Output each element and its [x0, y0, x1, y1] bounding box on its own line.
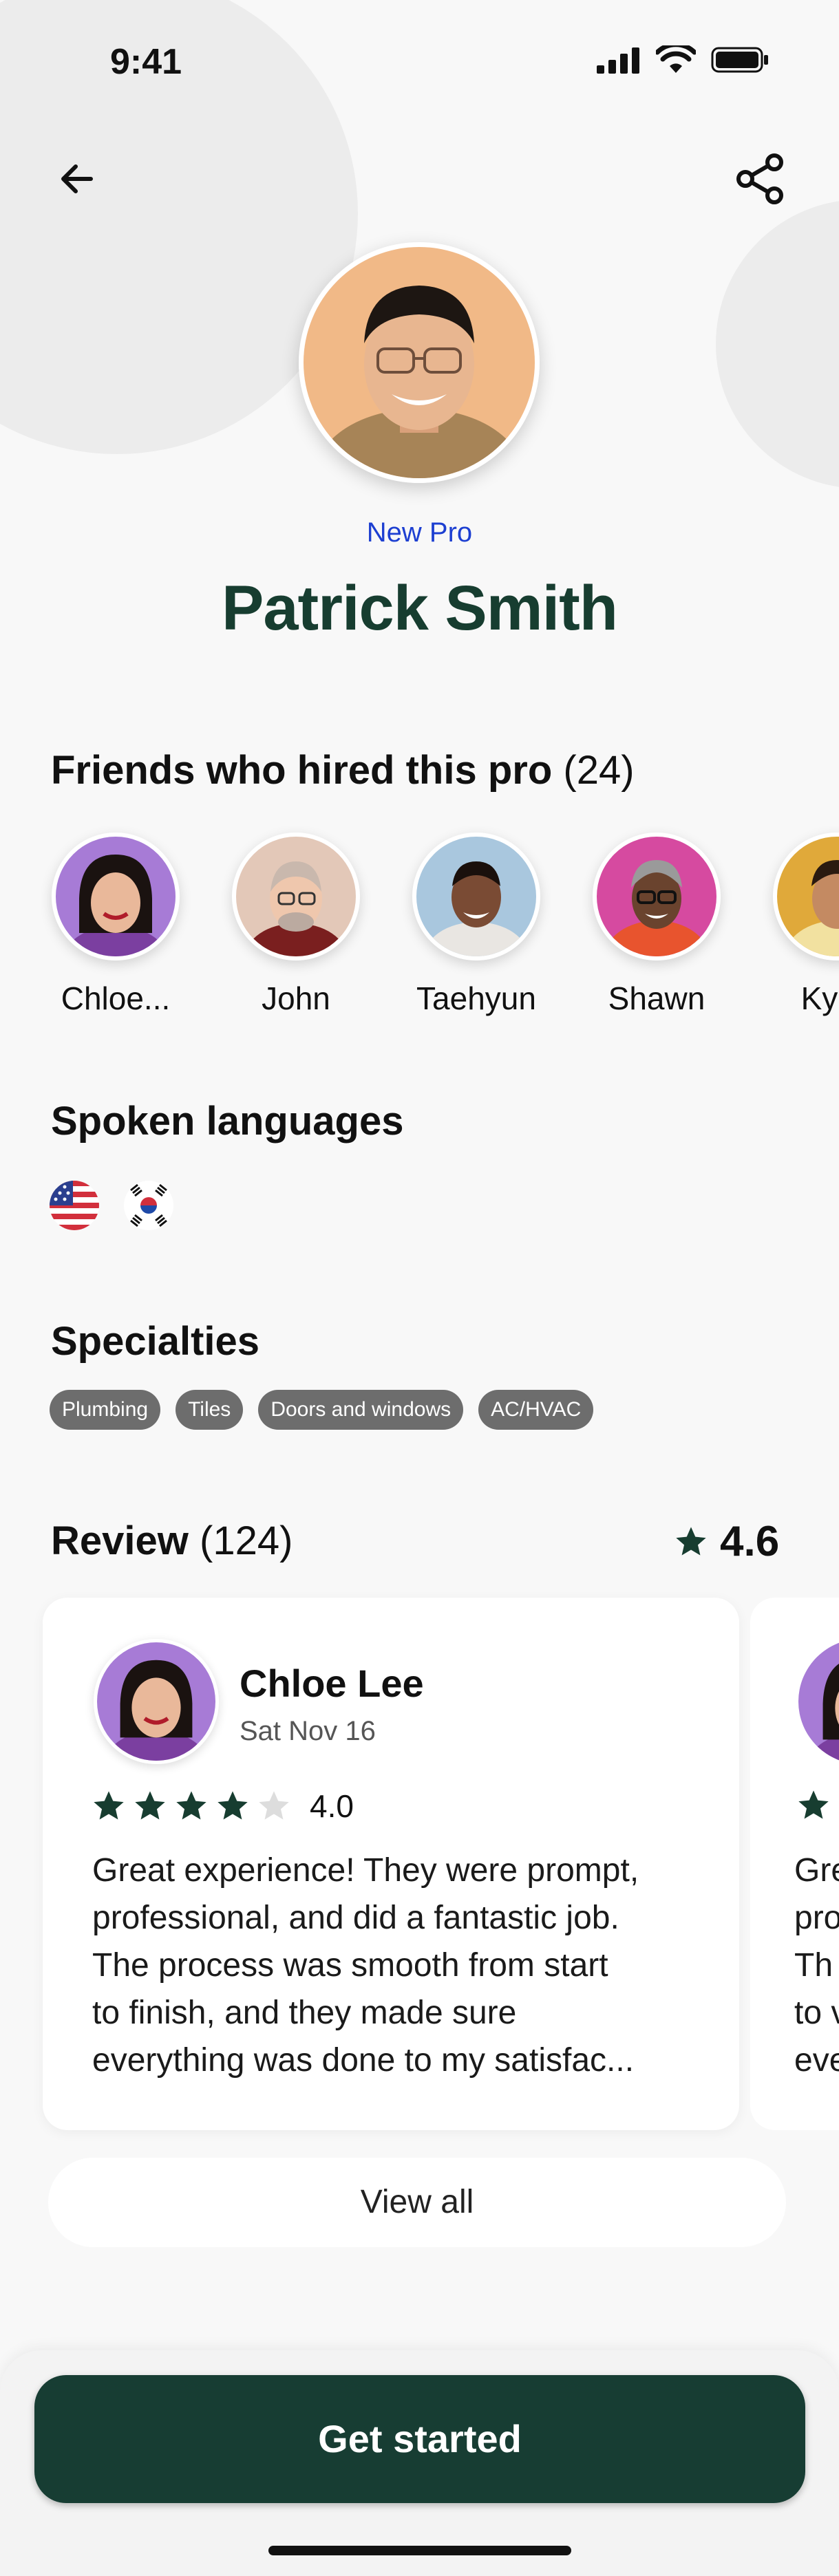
review-count: (124) — [200, 1518, 293, 1563]
friend-name: Chloe... — [61, 980, 171, 1016]
home-indicator — [268, 2546, 571, 2555]
status-bar: 9:41 — [0, 0, 839, 124]
battery-icon — [711, 47, 768, 73]
reviewer-avatar — [798, 1639, 839, 1764]
star-icon — [94, 1791, 124, 1820]
friends-heading: Friends who hired this pro (24) — [51, 747, 635, 793]
review-line: professional, and did a fantastic job. — [92, 1900, 619, 1936]
us-flag-icon — [50, 1181, 99, 1230]
star-icon — [135, 1791, 165, 1820]
review-line: The process was smooth from start — [92, 1947, 608, 1984]
background-circle — [716, 200, 839, 489]
review-title: Review — [51, 1518, 189, 1563]
review-text: Gre pro Th to v eve — [794, 1847, 839, 2084]
specialty-chip[interactable]: Plumbing — [50, 1390, 161, 1430]
star-icon — [798, 1790, 829, 1819]
review-line: to finish, and they made sure — [92, 1995, 517, 2031]
status-time: 9:41 — [110, 42, 182, 82]
signal-icon — [597, 47, 639, 74]
average-rating: 4.6 — [720, 1518, 780, 1565]
pro-name: Patrick Smith — [222, 573, 618, 643]
reviewer-name: Chloe Lee — [240, 1662, 424, 1705]
review-line: Th — [794, 1947, 833, 1984]
friend-avatar — [412, 833, 540, 960]
language-flags — [50, 1181, 173, 1230]
star-empty-icon — [259, 1791, 289, 1820]
star-icon — [176, 1791, 206, 1820]
pro-tag: New Pro — [366, 517, 473, 548]
friend-name: Shawn — [608, 980, 705, 1016]
wifi-icon — [656, 45, 696, 73]
friend-name: John — [262, 980, 330, 1016]
view-all-button[interactable]: View all — [48, 2158, 786, 2247]
specialty-chip[interactable]: Doors and windows — [258, 1390, 464, 1430]
review-stars: 4.0 — [91, 1788, 354, 1825]
status-icons — [597, 45, 770, 74]
specialties-heading: Specialties — [51, 1319, 260, 1364]
friend-item[interactable]: Shawn — [588, 833, 725, 1017]
review-card[interactable]: Chloe Lee Sat Nov 16 4.0 Great experienc… — [43, 1598, 739, 2130]
rating-summary: 4.6 — [673, 1517, 779, 1566]
review-line: Gre — [794, 1852, 839, 1889]
friend-avatar — [773, 833, 839, 960]
friends-count: (24) — [563, 748, 635, 793]
friends-title: Friends who hired this pro — [51, 748, 553, 793]
review-date: Sat Nov 16 — [240, 1716, 376, 1746]
get-started-button[interactable]: Get started — [34, 2375, 805, 2503]
review-line: everything was done to my satisfac... — [92, 2042, 635, 2079]
specialty-chip[interactable]: Tiles — [176, 1390, 244, 1430]
languages-heading: Spoken languages — [51, 1099, 404, 1144]
arrow-left-icon — [61, 164, 93, 193]
review-text: Great experience! They were prompt, prof… — [92, 1847, 712, 2084]
review-line: eve — [794, 2042, 839, 2079]
review-heading: Review (124) — [51, 1518, 293, 1564]
share-icon — [736, 153, 783, 204]
review-line: Great experience! They were prompt, — [92, 1852, 639, 1889]
pro-avatar — [299, 242, 540, 483]
review-card-next[interactable]: Gre pro Th to v eve — [750, 1598, 839, 2130]
friends-list: Chloe... John Taehyun Shawn Kyun — [0, 833, 839, 1039]
specialty-chip[interactable]: AC/HVAC — [478, 1390, 594, 1430]
friend-name: Taehyun — [416, 980, 536, 1016]
pro-profile-page: 9:41 New Pro Patrick Smith Friends who h… — [0, 0, 839, 2576]
friend-avatar — [52, 833, 180, 960]
star-icon — [676, 1526, 706, 1555]
friend-name: Kyun — [800, 980, 839, 1016]
specialty-chips: Plumbing Tiles Doors and windows AC/HVAC — [50, 1390, 594, 1430]
reviewer-avatar — [94, 1639, 219, 1764]
friend-item[interactable]: Chloe... — [47, 833, 184, 1017]
friend-item[interactable]: Kyun — [768, 833, 839, 1017]
share-button[interactable] — [726, 144, 795, 213]
friend-avatar — [593, 833, 721, 960]
friend-item[interactable]: Taehyun — [407, 833, 545, 1017]
review-line: pro — [794, 1900, 839, 1936]
review-line: to v — [794, 1995, 839, 2031]
friend-avatar — [232, 833, 360, 960]
back-button[interactable] — [43, 144, 111, 213]
friend-item[interactable]: John — [227, 833, 365, 1017]
korea-flag-icon — [124, 1181, 173, 1230]
review-score: 4.0 — [310, 1788, 354, 1824]
star-icon — [217, 1791, 248, 1820]
